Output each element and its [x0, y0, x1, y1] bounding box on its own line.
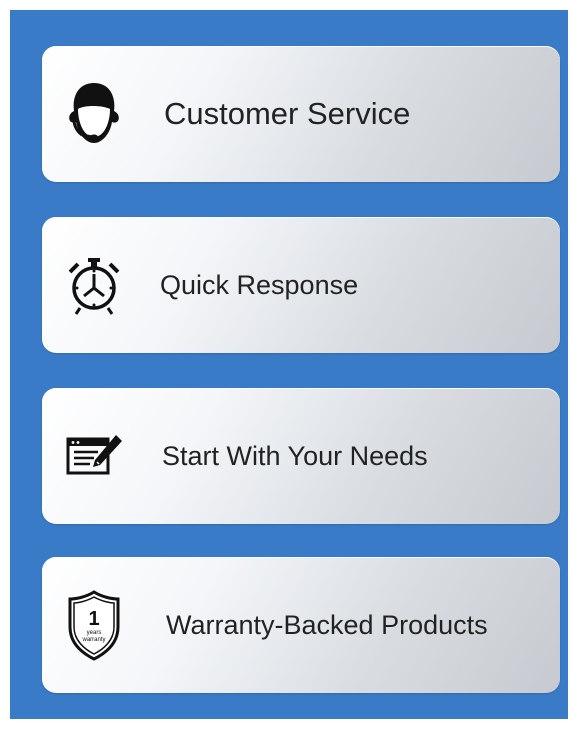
- headset-agent-icon: [64, 79, 124, 149]
- card-start-with-your-needs[interactable]: Start With Your Needs: [42, 388, 560, 524]
- form-edit-icon: [64, 421, 124, 491]
- feature-list-panel: Customer Service Quick Response Start Wi…: [10, 10, 568, 719]
- warranty-number: 1: [88, 608, 99, 630]
- warranty-shield-icon: 1 years warranty: [64, 590, 124, 661]
- warranty-label-text: warranty: [81, 637, 105, 643]
- card-label: Customer Service: [164, 96, 411, 131]
- card-quick-response[interactable]: Quick Response: [42, 217, 560, 353]
- card-label: Quick Response: [160, 269, 359, 300]
- warranty-years-text: years: [87, 630, 102, 636]
- stopwatch-icon: [64, 250, 124, 320]
- card-label: Warranty-Backed Products: [166, 609, 488, 640]
- card-customer-service[interactable]: Customer Service: [42, 46, 560, 182]
- card-warranty-backed-products[interactable]: 1 years warranty Warranty-Backed Product…: [42, 557, 560, 693]
- card-label: Start With Your Needs: [162, 440, 428, 471]
